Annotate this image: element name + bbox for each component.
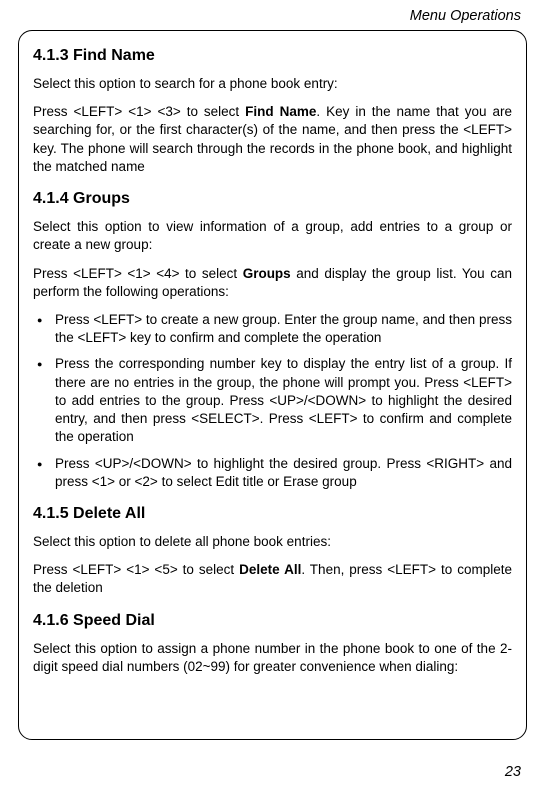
heading-find-name: 4.1.3 Find Name [33, 47, 512, 65]
text: Press <LEFT> <1> <5> to select [33, 562, 239, 577]
page-number: 23 [505, 764, 521, 780]
bullet-list: Press <LEFT> to create a new group. Ente… [33, 311, 512, 491]
paragraph: Select this option to assign a phone num… [33, 640, 512, 676]
text: or [264, 474, 284, 489]
bold-text: Delete All [239, 562, 301, 577]
paragraph: Select this option to delete all phone b… [33, 533, 512, 551]
page-header: Menu Operations [18, 8, 527, 24]
text: Press <LEFT> <1> <3> to select [33, 104, 245, 119]
bold-text: Edit title [216, 474, 264, 489]
list-item: Press the corresponding number key to di… [33, 355, 512, 446]
paragraph: Select this option to view information o… [33, 218, 512, 254]
paragraph: Select this option to search for a phone… [33, 75, 512, 93]
content-frame: 4.1.3 Find Name Select this option to se… [18, 30, 527, 740]
paragraph: Press <LEFT> <1> <5> to select Delete Al… [33, 561, 512, 597]
bold-text: Erase group [283, 474, 357, 489]
bold-text: Groups [243, 266, 291, 281]
list-item: Press <LEFT> to create a new group. Ente… [33, 311, 512, 347]
heading-groups: 4.1.4 Groups [33, 190, 512, 208]
heading-delete-all: 4.1.5 Delete All [33, 505, 512, 523]
text: Press <LEFT> <1> <4> to select [33, 266, 243, 281]
bold-text: Find Name [245, 104, 316, 119]
paragraph: Press <LEFT> <1> <4> to select Groups an… [33, 265, 512, 301]
paragraph: Press <LEFT> <1> <3> to select Find Name… [33, 103, 512, 176]
heading-speed-dial: 4.1.6 Speed Dial [33, 612, 512, 630]
list-item: Press <UP>/<DOWN> to highlight the desir… [33, 455, 512, 491]
